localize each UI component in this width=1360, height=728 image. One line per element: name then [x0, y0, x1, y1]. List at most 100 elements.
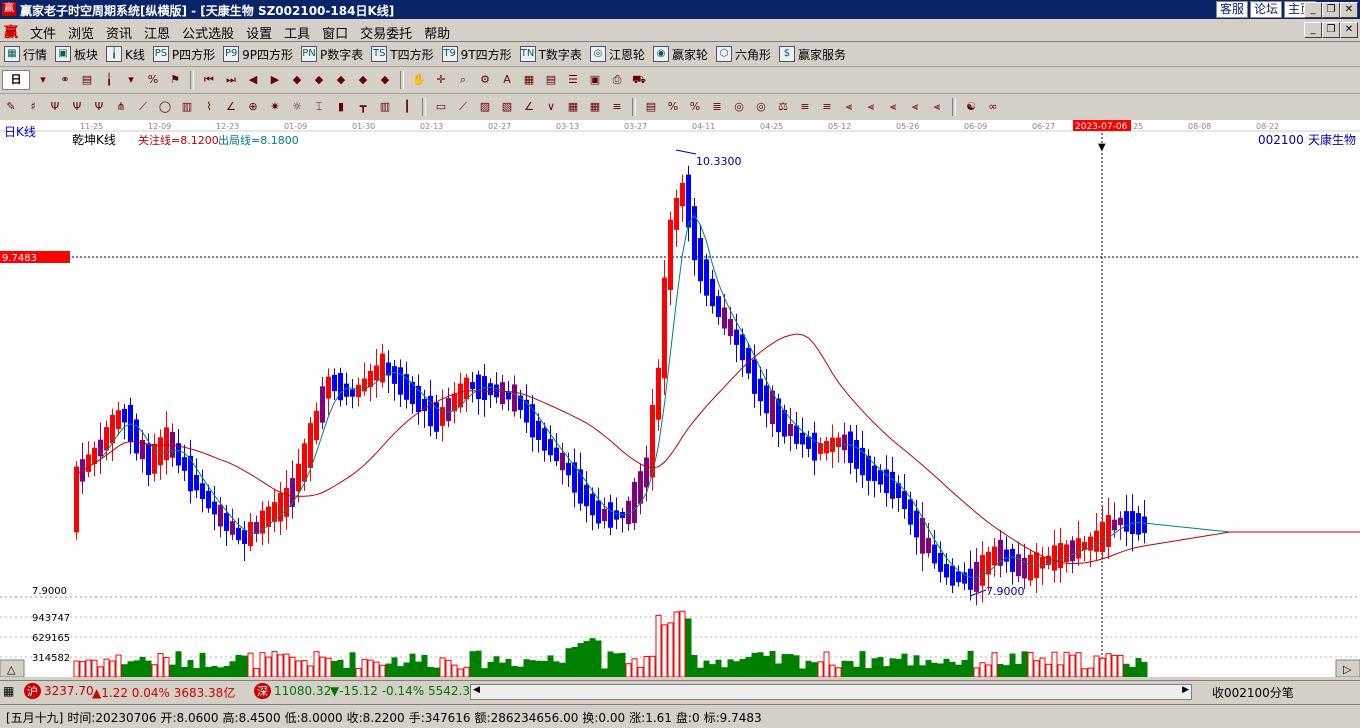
- equal-icon[interactable]: ≣: [708, 98, 726, 116]
- diamond-5-icon[interactable]: ◆: [376, 71, 394, 89]
- hatch-icon[interactable]: ▨: [476, 98, 494, 116]
- hatch-2-icon[interactable]: ▧: [498, 98, 516, 116]
- parallel-lines-icon[interactable]: ♯: [24, 98, 42, 116]
- toolbar-dollar-button[interactable]: $ 赢家服务: [775, 46, 850, 63]
- ray-icon[interactable]: ⟋: [454, 98, 472, 116]
- menu-file[interactable]: 文件: [24, 23, 62, 42]
- matrix-icon[interactable]: ▦: [564, 98, 582, 116]
- fan-5-icon[interactable]: ⫷: [928, 98, 946, 116]
- v-icon[interactable]: ∨: [542, 98, 560, 116]
- star-icon[interactable]: ✷: [266, 98, 284, 116]
- menu-formula-select[interactable]: 公式选股: [176, 23, 240, 42]
- list-icon[interactable]: ☰: [564, 71, 582, 89]
- balance-icon[interactable]: ⚖: [774, 98, 792, 116]
- diamond-4-icon[interactable]: ◆: [354, 71, 372, 89]
- diamond-3-icon[interactable]: ◆: [332, 71, 350, 89]
- fib-levels-2-icon[interactable]: ≡: [818, 98, 836, 116]
- toolbar-ts-button[interactable]: TS T四方形: [367, 46, 437, 63]
- forum-link[interactable]: 论坛: [1249, 1, 1282, 18]
- step-left-icon[interactable]: ◀: [244, 71, 262, 89]
- toolbar-ps-button[interactable]: PS P四方形: [149, 46, 219, 63]
- candle-type-icon[interactable]: ╽: [100, 71, 118, 89]
- truck-icon[interactable]: ⛟: [630, 71, 648, 89]
- menu-gann[interactable]: 江恩: [138, 23, 176, 42]
- ledger-icon[interactable]: ▤: [642, 98, 660, 116]
- restore-icon[interactable]: ❐: [1322, 2, 1340, 18]
- menu-tools[interactable]: 工具: [278, 23, 316, 42]
- last-bar-icon[interactable]: ⏭: [222, 71, 240, 89]
- toolbar-grid-button[interactable]: ▦ 行情: [0, 46, 51, 63]
- fork-icon[interactable]: Ψ: [46, 98, 64, 116]
- first-bar-icon[interactable]: ⏮: [200, 71, 218, 89]
- save-icon[interactable]: ▣: [586, 71, 604, 89]
- calendar-icon[interactable]: ▦: [520, 71, 538, 89]
- close-icon[interactable]: ✕: [1340, 2, 1358, 18]
- horizontal-scrollbar[interactable]: ◀ ▶: [470, 684, 1192, 700]
- settings-icon[interactable]: ⚙: [476, 71, 494, 89]
- table-icon[interactable]: ▤: [542, 71, 560, 89]
- service-link[interactable]: 客服: [1215, 1, 1248, 18]
- menu-settings[interactable]: 设置: [240, 23, 278, 42]
- crosshair-icon[interactable]: ✛: [432, 71, 450, 89]
- circle-icon[interactable]: ◯: [156, 98, 174, 116]
- toolbar-candles-button[interactable]: ╽ K线: [102, 46, 149, 63]
- scroll-right-icon[interactable]: ▷: [1343, 663, 1352, 676]
- grid-lines-icon[interactable]: ▥: [376, 98, 394, 116]
- menu-trade[interactable]: 交易委托: [354, 23, 418, 42]
- pitchfork-icon[interactable]: ⋔: [112, 98, 130, 116]
- scroll-up-icon[interactable]: △: [7, 663, 16, 676]
- chart-canvas[interactable]: 11-25 12-09 12-23 01-09 01-30 02-13 02-27 03-13…: [0, 120, 1360, 677]
- toolbar-pn-button[interactable]: PN P数字表: [297, 46, 367, 63]
- slope-icon[interactable]: ∠: [520, 98, 538, 116]
- calculator-icon[interactable]: ▤: [78, 71, 96, 89]
- fib-levels-icon[interactable]: ≡: [796, 98, 814, 116]
- child-restore-icon[interactable]: ❐: [1322, 22, 1340, 38]
- child-close-icon[interactable]: ✕: [1340, 22, 1358, 38]
- toolbar-winner-wheel-button[interactable]: ◉ 赢家轮: [649, 46, 712, 63]
- percent-ruler-icon[interactable]: %: [664, 98, 682, 116]
- toolbar-tn-button[interactable]: TN T数字表: [516, 46, 586, 63]
- target-icon[interactable]: ⊕: [244, 98, 262, 116]
- bar-lines-icon[interactable]: ┃: [398, 98, 416, 116]
- flag-icon[interactable]: ⚑: [166, 71, 184, 89]
- menu-window[interactable]: 窗口: [316, 23, 354, 42]
- dropdown-icon[interactable]: ▾: [122, 71, 140, 89]
- minimize-icon[interactable]: _: [1304, 2, 1322, 18]
- menu-browse[interactable]: 浏览: [62, 23, 100, 42]
- cycle-icon[interactable]: ⌇: [200, 98, 218, 116]
- shanghai-badge[interactable]: 沪: [24, 683, 41, 699]
- toolbar-blocks-button[interactable]: ▣ 板块: [51, 46, 102, 63]
- infinity-icon[interactable]: ∞: [984, 98, 1002, 116]
- calculator-icon[interactable]: ▦: [3, 684, 14, 698]
- fork-2-icon[interactable]: Ψ: [68, 98, 86, 116]
- square-icon[interactable]: ▭: [432, 98, 450, 116]
- period-selector[interactable]: 日: [2, 70, 30, 90]
- zoom-icon[interactable]: ⌕: [454, 71, 472, 89]
- step-right-icon[interactable]: ▶: [266, 71, 284, 89]
- text-icon[interactable]: A: [498, 71, 516, 89]
- toolbar-p9-button[interactable]: P9 9P四方形: [219, 46, 297, 63]
- fork-3-icon[interactable]: Ψ: [90, 98, 108, 116]
- toolbar-t9-button[interactable]: T9 9T四方形: [438, 46, 516, 63]
- ticker-text[interactable]: 收002100分笔: [1212, 684, 1294, 701]
- pencil-icon[interactable]: ✎: [2, 98, 20, 116]
- diamond-1-icon[interactable]: ◆: [288, 71, 306, 89]
- toolbar-hexagon-button[interactable]: ⬡ 六角形: [712, 46, 775, 63]
- bars-icon[interactable]: ▥: [178, 98, 196, 116]
- period-dropdown-icon[interactable]: ▾: [34, 71, 52, 89]
- volume-icon[interactable]: ▮: [332, 98, 350, 116]
- link-icon[interactable]: ⚭: [56, 71, 74, 89]
- stripes-icon[interactable]: ≡: [608, 98, 626, 116]
- percent-icon-2[interactable]: %: [686, 98, 704, 116]
- coin-2-icon[interactable]: ◎: [752, 98, 770, 116]
- gann-fan-icon[interactable]: ⟋: [134, 98, 152, 116]
- ruler-icon[interactable]: ┳: [354, 98, 372, 116]
- angle-icon[interactable]: ∠: [222, 98, 240, 116]
- coin-icon[interactable]: ◎: [730, 98, 748, 116]
- menu-news[interactable]: 资讯: [100, 23, 138, 42]
- sun-icon[interactable]: ☼: [288, 98, 306, 116]
- percent-icon[interactable]: %: [144, 71, 162, 89]
- scroll-left-icon[interactable]: ◀: [473, 685, 480, 695]
- fan-2-icon[interactable]: ⫷: [862, 98, 880, 116]
- matrix-2-icon[interactable]: ▦: [586, 98, 604, 116]
